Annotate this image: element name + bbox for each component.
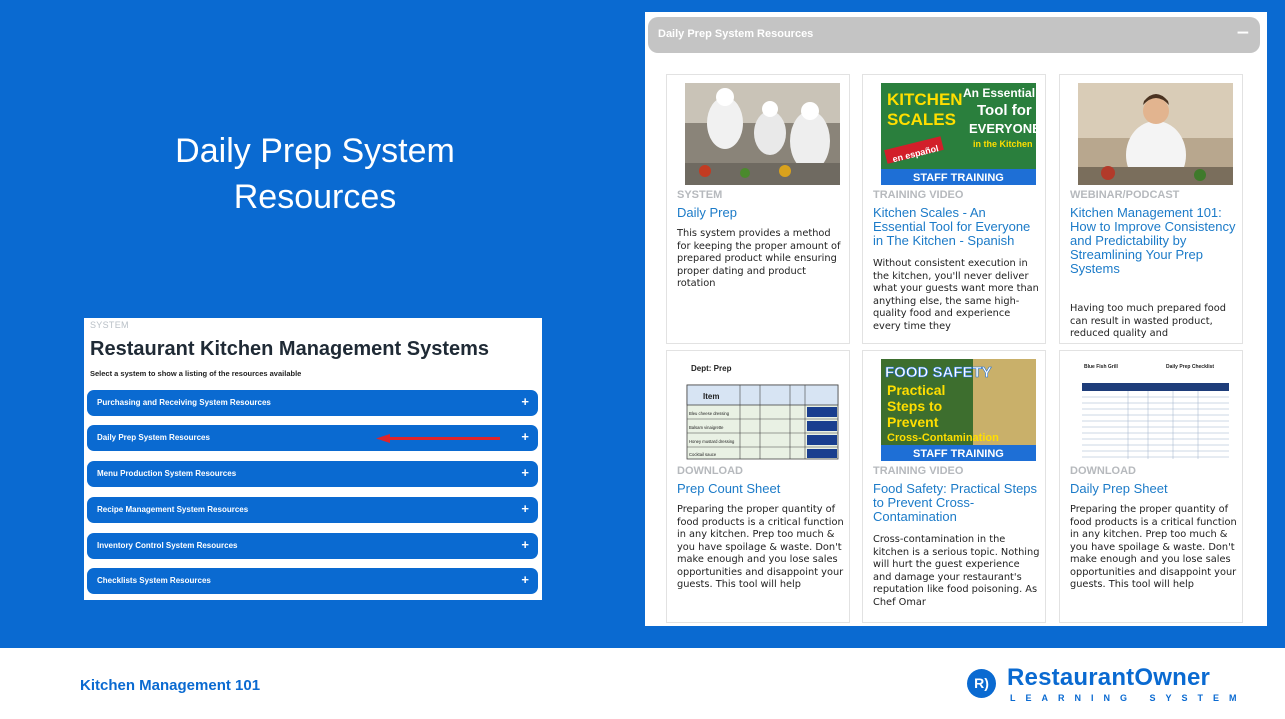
slide-title-line2: Resources — [233, 178, 397, 216]
arrow-left-icon — [376, 434, 500, 443]
accordion-recipe-management[interactable]: Recipe Management System Resources + — [87, 497, 538, 523]
logo-tagline: LEARNING SYSTEM — [1010, 693, 1247, 703]
resource-card[interactable]: FOOD SAFETY Practical Steps to Prevent C… — [862, 350, 1046, 623]
plus-icon[interactable]: + — [521, 465, 529, 480]
prep-row: Honey mustard dressing — [689, 439, 735, 444]
fs-line3: Prevent — [887, 414, 939, 430]
resource-title-link[interactable]: Kitchen Management 101: How to Improve C… — [1070, 206, 1238, 276]
resources-header-label: Daily Prep System Resources — [658, 28, 814, 40]
resource-card[interactable]: Blue Fish Grill Daily Prep Checklist DOW… — [1059, 350, 1243, 623]
prep-count-sheet-thumbnail: Dept: Prep Item Bleu cheese dressing Bal… — [685, 359, 840, 461]
accordion-label: Purchasing and Receiving System Resource… — [97, 398, 271, 407]
resource-title-link[interactable]: Kitchen Scales - An Essential Tool for E… — [873, 206, 1041, 248]
plus-icon[interactable]: + — [521, 572, 529, 587]
fs-line4: Cross-Contamination — [887, 432, 999, 444]
scales-kitchen: in the Kitchen — [973, 139, 1033, 149]
resource-description: Without consistent execution in the kitc… — [873, 258, 1039, 332]
dps-title: Daily Prep Checklist — [1166, 364, 1214, 370]
systems-panel: SYSTEM Restaurant Kitchen Management Sys… — [84, 318, 542, 600]
resource-type: WEBINAR/PODCAST — [1070, 189, 1180, 201]
systems-title: Restaurant Kitchen Management Systems — [90, 338, 490, 360]
plus-icon[interactable]: + — [521, 537, 529, 552]
food-safety-thumbnail: FOOD SAFETY Practical Steps to Prevent C… — [881, 359, 1036, 461]
accordion-label: Inventory Control System Resources — [97, 541, 238, 550]
fs-title: FOOD SAFETY — [885, 364, 992, 381]
dps-brand: Blue Fish Grill — [1084, 364, 1119, 370]
resource-type: DOWNLOAD — [677, 465, 743, 477]
scales-an: An Essential — [963, 86, 1035, 100]
accordion-label: Checklists System Resources — [97, 576, 211, 585]
prep-row: Bleu cheese dressing — [689, 411, 730, 416]
minus-icon[interactable]: − — [1236, 23, 1250, 43]
fs-line1: Practical — [887, 382, 945, 398]
staff-training-label: STAFF TRAINING — [913, 448, 1004, 460]
accordion-inventory-control[interactable]: Inventory Control System Resources + — [87, 533, 538, 559]
scales-line1: KITCHEN — [887, 90, 963, 109]
prep-dept-label: Dept: Prep — [691, 364, 732, 373]
chefs-photo-thumbnail — [685, 83, 840, 185]
resource-card[interactable]: WEBINAR/PODCAST Kitchen Management 101: … — [1059, 74, 1243, 344]
kitchen-scales-thumbnail: KITCHEN SCALES An Essential Tool for EVE… — [881, 83, 1036, 185]
resource-description: Preparing the proper quantity of food pr… — [1070, 504, 1237, 590]
resource-type: SYSTEM — [677, 189, 723, 201]
accordion-label: Menu Production System Resources — [97, 469, 237, 478]
accordion-label: Daily Prep System Resources — [97, 433, 210, 442]
footer-course-title: Kitchen Management 101 — [80, 677, 261, 694]
resources-panel: Daily Prep System Resources − SYSTEM Dai… — [645, 12, 1267, 626]
scales-tool: Tool for — [977, 102, 1032, 119]
slide-title: Daily Prep System Resources — [120, 128, 510, 220]
fs-line2: Steps to — [887, 398, 942, 414]
resource-type: TRAINING VIDEO — [873, 465, 964, 477]
resource-type: DOWNLOAD — [1070, 465, 1136, 477]
resource-description: Having too much prepared food can result… — [1070, 303, 1226, 339]
resource-title-link[interactable]: Food Safety: Practical Steps to Prevent … — [873, 482, 1041, 524]
prep-item-header: Item — [703, 392, 719, 401]
accordion-purchasing[interactable]: Purchasing and Receiving System Resource… — [87, 390, 538, 416]
ro-logo-icon: R) — [967, 669, 996, 698]
resource-card[interactable]: SYSTEM Daily Prep This system provides a… — [666, 74, 850, 344]
prep-row: Balsam vinaigrette — [689, 425, 724, 430]
accordion-menu-production[interactable]: Menu Production System Resources + — [87, 461, 538, 487]
chef-photo-thumbnail — [1078, 83, 1233, 185]
resource-card[interactable]: Dept: Prep Item Bleu cheese dressing Bal… — [666, 350, 850, 623]
systems-subtitle: Select a system to show a listing of the… — [90, 369, 302, 378]
daily-prep-sheet-thumbnail: Blue Fish Grill Daily Prep Checklist — [1078, 359, 1233, 461]
resource-title-link[interactable]: Daily Prep — [677, 206, 845, 220]
accordion-checklists[interactable]: Checklists System Resources + — [87, 568, 538, 594]
scales-everyone: EVERYONE — [969, 121, 1036, 136]
resource-description: This system provides a method for keepin… — [677, 228, 841, 289]
plus-icon[interactable]: + — [521, 394, 529, 409]
resource-description: Cross-contamination in the kitchen is a … — [873, 534, 1040, 608]
plus-icon[interactable]: + — [521, 501, 529, 516]
resource-type: TRAINING VIDEO — [873, 189, 964, 201]
accordion-label: Recipe Management System Resources — [97, 505, 249, 514]
resources-accordion-header[interactable]: Daily Prep System Resources − — [648, 17, 1260, 53]
plus-icon[interactable]: + — [521, 429, 529, 444]
prep-row: Cocktail sauce — [689, 452, 717, 457]
resource-title-link[interactable]: Prep Count Sheet — [677, 482, 845, 496]
slide-title-line1: Daily Prep System — [175, 132, 455, 170]
resource-title-link[interactable]: Daily Prep Sheet — [1070, 482, 1238, 496]
staff-training-label: STAFF TRAINING — [913, 172, 1004, 184]
scales-line2: SCALES — [887, 110, 956, 129]
logo-name: RestaurantOwner — [1007, 664, 1211, 691]
systems-kicker: SYSTEM — [90, 320, 129, 330]
resource-card[interactable]: KITCHEN SCALES An Essential Tool for EVE… — [862, 74, 1046, 344]
resource-description: Preparing the proper quantity of food pr… — [677, 504, 844, 590]
